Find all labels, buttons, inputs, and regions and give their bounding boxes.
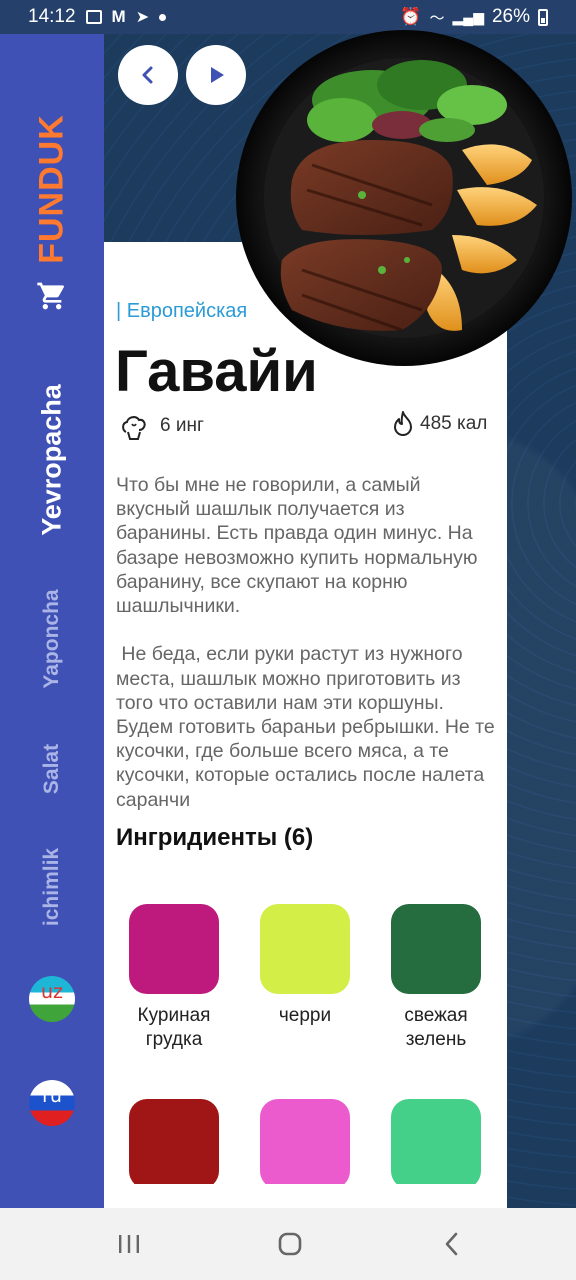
system-back-button[interactable] (430, 1222, 474, 1266)
wifi-icon: 〜 (429, 9, 445, 27)
home-button[interactable] (268, 1222, 312, 1266)
ingredient-image (129, 904, 219, 994)
recent-apps-icon (119, 1235, 139, 1253)
sidebar: FUNDUK Yevropacha Yaponcha Salat ichimli… (0, 34, 104, 1208)
flame-icon (394, 411, 412, 436)
language-ru-button[interactable]: ru (29, 1080, 75, 1126)
sidebar-item-yaponcha[interactable]: Yaponcha (40, 589, 64, 688)
ingredients-count-text: 6 инг (160, 415, 204, 436)
ingredient-image (260, 904, 350, 994)
chevron-left-icon (142, 66, 153, 84)
ingredient-item[interactable]: свежая зелень (376, 904, 496, 1052)
ingredient-image (129, 1099, 219, 1189)
ingredient-image (391, 904, 481, 994)
back-arrow-icon (445, 1232, 458, 1256)
recent-apps-button[interactable] (107, 1222, 151, 1266)
status-time: 14:12 (28, 6, 76, 27)
status-bar: 14:12 M ➤ ⏰ 〜 ▂▄▆ 26% (0, 0, 576, 34)
calories: 485 кал (392, 410, 487, 438)
sidebar-item-ichimlik[interactable]: ichimlik (40, 848, 64, 926)
telegram-icon: ➤ (135, 9, 150, 26)
ingredient-name: Куриная грудка (137, 1005, 211, 1050)
app-logo: FUNDUK (32, 114, 71, 264)
ingredient-image (260, 1099, 350, 1189)
ingredient-item[interactable]: черри (245, 904, 365, 1028)
chef-hat-icon (122, 416, 146, 440)
play-icon (211, 67, 224, 83)
cuisine-label: | Европейская (116, 300, 248, 322)
notification-dot-icon (159, 13, 167, 21)
cart-icon[interactable] (36, 280, 68, 312)
card-bottom (104, 1184, 507, 1208)
gallery-icon (85, 10, 102, 24)
recipe-description: Что бы мне не говорили, а самый вкусный … (116, 474, 495, 811)
sidebar-item-salat[interactable]: Salat (40, 744, 64, 794)
ingredient-image (391, 1099, 481, 1189)
sidebar-item-yevropacha[interactable]: Yevropacha (37, 384, 68, 536)
ingredients-heading: Ингридиенты (6) (116, 824, 314, 851)
home-icon (278, 1232, 302, 1256)
signal-icon: ▂▄▆ (452, 8, 484, 25)
ingredient-name: черри (278, 1005, 332, 1026)
system-navigation-bar (0, 1208, 576, 1280)
ingredient-item[interactable] (245, 1099, 365, 1189)
play-button[interactable] (186, 45, 246, 105)
language-uz-button[interactable]: uz (29, 976, 75, 1022)
battery-icon (538, 8, 548, 26)
language-uz-label: uz (40, 981, 63, 1003)
dish-image (236, 30, 572, 366)
battery-level: 26% (491, 6, 530, 27)
ingredient-item[interactable] (114, 1099, 234, 1189)
ingredient-item[interactable] (376, 1099, 496, 1189)
calories-text: 485 кал (420, 413, 488, 434)
alarm-icon: ⏰ (400, 7, 422, 26)
mail-icon: M (111, 7, 126, 26)
back-button[interactable] (118, 45, 178, 105)
language-ru-label: ru (42, 1085, 62, 1107)
ingredients-count: 6 инг (118, 410, 204, 442)
ingredient-item[interactable]: Куриная грудка (114, 904, 234, 1052)
ingredient-name: свежая зелень (404, 1005, 468, 1050)
